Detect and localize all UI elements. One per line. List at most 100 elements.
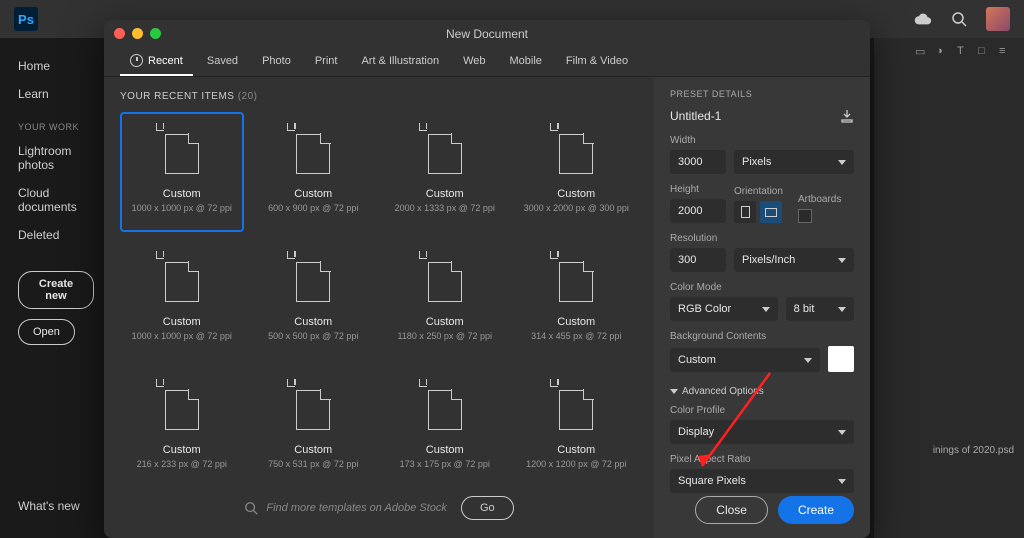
document-icon: [423, 388, 467, 432]
color-mode-label: Color Mode: [670, 282, 854, 293]
preset-card[interactable]: Custom 314 x 455 px @ 72 ppi: [515, 240, 639, 360]
nav-deleted[interactable]: Deleted: [18, 221, 94, 249]
preset-dimensions: 314 x 455 px @ 72 ppi: [531, 331, 621, 341]
document-icon: [160, 388, 204, 432]
tab-photo[interactable]: Photo: [252, 48, 301, 76]
chevron-down-icon: [838, 307, 846, 312]
user-avatar[interactable]: [986, 7, 1010, 31]
preset-name: Custom: [163, 444, 201, 456]
advanced-options-toggle[interactable]: Advanced Options: [670, 386, 854, 397]
recent-file-name[interactable]: inings of 2020.psd: [933, 445, 1014, 456]
panel-icon[interactable]: ▭: [915, 45, 930, 60]
height-input[interactable]: [670, 199, 726, 223]
panel-icon[interactable]: □: [978, 45, 993, 60]
home-left-panel: Home Learn YOUR WORK Lightroom photos Cl…: [0, 38, 104, 345]
go-button[interactable]: Go: [461, 496, 514, 520]
document-icon: [423, 132, 467, 176]
preset-dimensions: 216 x 233 px @ 72 ppi: [137, 459, 227, 469]
preset-card[interactable]: Custom1000 x 1000 px @ 72 ppi: [120, 240, 244, 360]
color-profile-select[interactable]: Display: [670, 420, 854, 444]
presets-area: YOUR RECENT ITEMS (20) Custom 1000 x 1000…: [104, 77, 654, 538]
document-icon: [554, 388, 598, 432]
panel-icon[interactable]: ◑: [936, 45, 951, 60]
nav-learn[interactable]: Learn: [18, 80, 94, 108]
orientation-label: Orientation: [734, 186, 790, 197]
resolution-unit-select[interactable]: Pixels/Inch: [734, 248, 854, 272]
orientation-portrait[interactable]: [734, 201, 756, 223]
preset-card[interactable]: Custom 600 x 900 px @ 72 ppi: [252, 112, 376, 232]
preset-name: Custom: [294, 188, 332, 200]
chevron-down-icon: [762, 307, 770, 312]
nav-lightroom[interactable]: Lightroom photos: [18, 137, 94, 179]
preset-card[interactable]: Custom1200 x 1200 px @ 72 ppi: [515, 368, 639, 488]
right-panels: ▭ ◑ T □ ≡: [874, 38, 1024, 538]
unit-select[interactable]: Pixels: [734, 150, 854, 174]
preset-dimensions: 1000 x 1000 px @ 72 ppi: [132, 203, 232, 213]
new-document-dialog: New Document Recent Saved Photo Print Ar…: [104, 20, 870, 538]
create-new-button[interactable]: Create new: [18, 271, 94, 309]
tab-print[interactable]: Print: [305, 48, 348, 76]
panel-icon[interactable]: ≡: [999, 45, 1014, 60]
open-button[interactable]: Open: [18, 319, 75, 345]
tab-art[interactable]: Art & Illustration: [351, 48, 449, 76]
whats-new-link[interactable]: What's new: [18, 499, 80, 513]
preset-card[interactable]: Custom750 x 531 px @ 72 ppi: [252, 368, 376, 488]
window-controls: [114, 28, 161, 39]
document-icon: [554, 260, 598, 304]
preset-name: Custom: [294, 316, 332, 328]
par-select[interactable]: Square Pixels: [670, 469, 854, 493]
tab-recent[interactable]: Recent: [120, 48, 193, 76]
your-work-heading: YOUR WORK: [18, 108, 94, 137]
dialog-titlebar: New Document: [104, 20, 870, 48]
artboards-checkbox[interactable]: [798, 209, 812, 223]
artboards-label: Artboards: [798, 194, 854, 205]
resolution-input[interactable]: [670, 248, 726, 272]
document-icon: [423, 260, 467, 304]
document-name-input[interactable]: Untitled-1: [670, 109, 721, 123]
preset-card[interactable]: Custom3000 x 2000 px @ 300 ppi: [515, 112, 639, 232]
stock-search-input[interactable]: Find more templates on Adobe Stock: [244, 501, 447, 515]
width-input[interactable]: [670, 150, 726, 174]
preset-name: Custom: [163, 188, 201, 200]
chevron-down-icon: [838, 430, 846, 435]
preset-card[interactable]: Custom2000 x 1333 px @ 72 ppi: [383, 112, 507, 232]
preset-dimensions: 1180 x 250 px @ 72 ppi: [397, 331, 492, 341]
preset-dimensions: 3000 x 2000 px @ 300 ppi: [524, 203, 629, 213]
tab-film[interactable]: Film & Video: [556, 48, 638, 76]
color-profile-label: Color Profile: [670, 405, 854, 416]
document-icon: [160, 260, 204, 304]
close-button[interactable]: Close: [695, 496, 768, 524]
category-tabs: Recent Saved Photo Print Art & Illustrat…: [104, 48, 870, 77]
tab-saved[interactable]: Saved: [197, 48, 248, 76]
close-window-icon[interactable]: [114, 28, 125, 39]
preset-card[interactable]: Custom 216 x 233 px @ 72 ppi: [120, 368, 244, 488]
chevron-down-icon: [804, 358, 812, 363]
orientation-landscape[interactable]: [760, 201, 782, 223]
maximize-window-icon[interactable]: [150, 28, 161, 39]
background-color-swatch[interactable]: [828, 346, 854, 372]
preset-name: Custom: [557, 316, 595, 328]
preset-dimensions: 2000 x 1333 px @ 72 ppi: [395, 203, 495, 213]
cloud-icon[interactable]: [914, 10, 932, 28]
panel-icon[interactable]: T: [957, 45, 972, 60]
preset-card[interactable]: Custom173 x 175 px @ 72 ppi: [383, 368, 507, 488]
color-mode-select[interactable]: RGB Color: [670, 297, 778, 321]
nav-cloud[interactable]: Cloud documents: [18, 179, 94, 221]
tab-web[interactable]: Web: [453, 48, 495, 76]
recent-items-header: YOUR RECENT ITEMS (20): [120, 91, 638, 102]
background-select[interactable]: Custom: [670, 348, 820, 372]
search-icon[interactable]: [950, 10, 968, 28]
preset-name: Custom: [426, 444, 464, 456]
preset-details-panel: PRESET DETAILS Untitled-1 Width Pixels H…: [654, 77, 870, 538]
nav-home[interactable]: Home: [18, 52, 94, 80]
preset-dimensions: 600 x 900 px @ 72 ppi: [268, 203, 358, 213]
preset-name: Custom: [557, 444, 595, 456]
minimize-window-icon[interactable]: [132, 28, 143, 39]
preset-card[interactable]: Custom 1000 x 1000 px @ 72 ppi: [120, 112, 244, 232]
preset-card[interactable]: Custom500 x 500 px @ 72 ppi: [252, 240, 376, 360]
bit-depth-select[interactable]: 8 bit: [786, 297, 854, 321]
preset-card[interactable]: Custom1180 x 250 px @ 72 ppi: [383, 240, 507, 360]
save-preset-icon[interactable]: [840, 109, 854, 123]
tab-mobile[interactable]: Mobile: [500, 48, 552, 76]
create-button[interactable]: Create: [778, 496, 854, 524]
